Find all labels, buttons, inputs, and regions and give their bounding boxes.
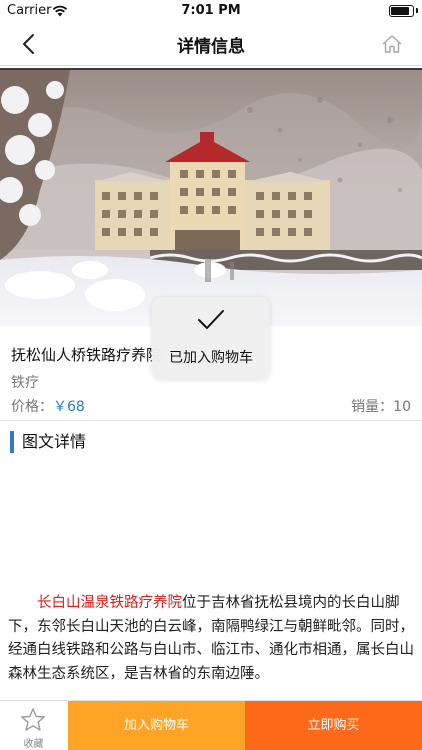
sales-value: 10 <box>393 399 411 415</box>
product-category: 铁疗 <box>11 375 39 391</box>
chevron-left-icon[interactable] <box>16 30 44 58</box>
battery-icon <box>389 5 414 17</box>
navigation-bar: 详情信息 <box>0 22 422 66</box>
checkmark-icon <box>198 310 224 329</box>
sales-row: 销量：10 <box>351 396 411 416</box>
add-to-cart-button[interactable]: 加入购物车 <box>68 701 245 750</box>
battery-level <box>391 7 409 15</box>
sanatorium-photo <box>0 70 422 326</box>
product-image <box>0 68 422 326</box>
star-icon <box>21 708 45 731</box>
article-highlight: 长白山温泉铁路疗养院 <box>37 595 182 611</box>
favorite-button[interactable]: 收藏 <box>0 701 67 750</box>
toast-message: 已加入购物车 <box>169 350 253 366</box>
article-text: 长白山温泉铁路疗养院位于吉林省抚松县境内的长白山脚下，东邻长白山天池的白云峰，南… <box>0 592 422 700</box>
price-value: ￥68 <box>53 399 85 415</box>
price-label: 价格： <box>11 399 53 415</box>
battery-tip <box>416 8 418 13</box>
page-title: 详情信息 <box>177 37 245 57</box>
bottom-action-bar: 收藏 加入购物车 立即购买 <box>0 700 422 750</box>
favorite-label: 收藏 <box>23 739 44 750</box>
divider <box>0 420 422 421</box>
buy-now-button[interactable]: 立即购买 <box>245 701 422 750</box>
sales-label: 销量： <box>351 399 394 415</box>
status-time: 7:01 PM <box>181 3 241 18</box>
product-name: 抚松仙人桥铁路疗养院 <box>11 346 162 364</box>
status-bar: Carrier 7:01 PM <box>0 0 422 22</box>
section-title: 图文详情 <box>10 431 86 453</box>
toast: 已加入购物车 <box>152 297 270 379</box>
price-row: 价格：￥68 <box>11 396 85 416</box>
home-icon[interactable] <box>380 32 404 56</box>
